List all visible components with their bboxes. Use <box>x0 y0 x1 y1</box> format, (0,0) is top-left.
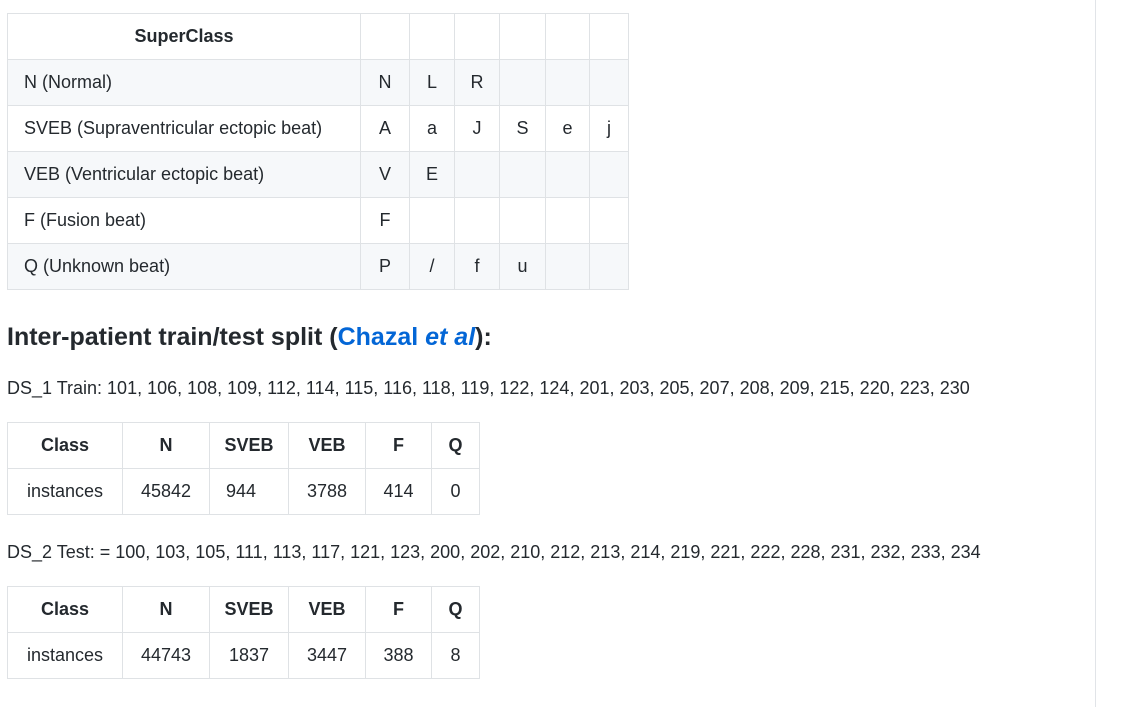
table-row: N (Normal) N L R <box>7 59 629 106</box>
beat-symbol <box>589 243 629 290</box>
beat-symbol: V <box>360 151 410 198</box>
train-records-line: DS_1 Train: 101, 106, 108, 109, 112, 114… <box>7 378 970 398</box>
instance-count: 45842 <box>122 468 210 515</box>
table-row: SVEB (Supraventricular ectopic beat) A a… <box>7 105 629 152</box>
beat-symbol: u <box>499 243 546 290</box>
superclass-name: Q (Unknown beat) <box>7 243 361 290</box>
beat-symbol: j <box>589 105 629 152</box>
beat-symbol <box>454 197 500 244</box>
link-author: Chazal <box>337 323 426 351</box>
heading-suffix: ): <box>475 323 492 351</box>
beat-symbol: a <box>409 105 455 152</box>
beat-symbol: E <box>409 151 455 198</box>
table-header-row: Class N SVEB VEB F Q <box>7 586 480 633</box>
beat-symbol: f <box>454 243 500 290</box>
superclass-name: SVEB (Supraventricular ectopic beat) <box>7 105 361 152</box>
instance-count: 44743 <box>122 632 210 679</box>
column-header: N <box>122 422 210 469</box>
column-header: Q <box>431 422 480 469</box>
superclass-name: F (Fusion beat) <box>7 197 361 244</box>
beat-symbol: / <box>409 243 455 290</box>
instance-count: 388 <box>365 632 432 679</box>
table-row: Q (Unknown beat) P / f u <box>7 243 629 290</box>
column-header: F <box>365 586 432 633</box>
table-row: instances 45842 944 3788 414 0 <box>7 468 480 515</box>
column-header: VEB <box>288 586 366 633</box>
beat-symbol: F <box>360 197 410 244</box>
beat-symbol <box>545 59 590 106</box>
heading-prefix: Inter-patient train/test split ( <box>7 323 338 351</box>
beat-symbol: S <box>499 105 546 152</box>
split-heading: Inter-patient train/test split (Chazal e… <box>7 318 492 356</box>
beat-symbol <box>545 243 590 290</box>
beat-symbol: A <box>360 105 410 152</box>
superclass-name: N (Normal) <box>7 59 361 106</box>
instance-count: 414 <box>365 468 432 515</box>
instance-count: 3788 <box>288 468 366 515</box>
beat-symbol <box>499 59 546 106</box>
beat-symbol <box>545 197 590 244</box>
beat-symbol <box>545 151 590 198</box>
superclass-name: VEB (Ventricular ectopic beat) <box>7 151 361 198</box>
beat-symbol: J <box>454 105 500 152</box>
instance-count: 0 <box>431 468 480 515</box>
row-label: instances <box>7 468 123 515</box>
instance-count: 8 <box>431 632 480 679</box>
beat-symbol: P <box>360 243 410 290</box>
chazal-link[interactable]: Chazal et al <box>338 323 476 351</box>
beat-symbol <box>589 59 629 106</box>
beat-symbol <box>589 151 629 198</box>
instance-count: 3447 <box>288 632 366 679</box>
column-header: N <box>122 586 210 633</box>
test-class-table: Class N SVEB VEB F Q instances 44743 183… <box>7 586 480 679</box>
content-right-border <box>1095 0 1096 707</box>
table-row: VEB (Ventricular ectopic beat) V E <box>7 151 629 198</box>
row-label: instances <box>7 632 123 679</box>
beat-symbol: R <box>454 59 500 106</box>
superclass-table: SuperClass N (Normal) N L R SVEB (Suprav… <box>7 13 629 290</box>
instance-count: 1837 <box>209 632 289 679</box>
beat-symbol <box>409 197 455 244</box>
table-header-row: SuperClass <box>7 13 629 60</box>
beat-symbol: e <box>545 105 590 152</box>
beat-symbol: N <box>360 59 410 106</box>
beat-symbol <box>454 151 500 198</box>
beat-symbol: L <box>409 59 455 106</box>
beat-symbol <box>499 151 546 198</box>
table-header-row: Class N SVEB VEB F Q <box>7 422 480 469</box>
column-header: Class <box>7 586 123 633</box>
table-row: F (Fusion beat) F <box>7 197 629 244</box>
column-header: F <box>365 422 432 469</box>
test-records-line: DS_2 Test: = 100, 103, 105, 111, 113, 11… <box>7 542 981 562</box>
column-header: SVEB <box>209 422 289 469</box>
column-header: Class <box>7 422 123 469</box>
column-header: Q <box>431 586 480 633</box>
beat-symbol <box>499 197 546 244</box>
table-row: instances 44743 1837 3447 388 8 <box>7 632 480 679</box>
train-class-table: Class N SVEB VEB F Q instances 45842 944… <box>7 422 480 515</box>
column-header: SVEB <box>209 586 289 633</box>
link-et-al: et al <box>425 323 476 351</box>
instance-count: 944 <box>209 468 289 515</box>
superclass-header: SuperClass <box>7 13 361 60</box>
beat-symbol <box>589 197 629 244</box>
column-header: VEB <box>288 422 366 469</box>
